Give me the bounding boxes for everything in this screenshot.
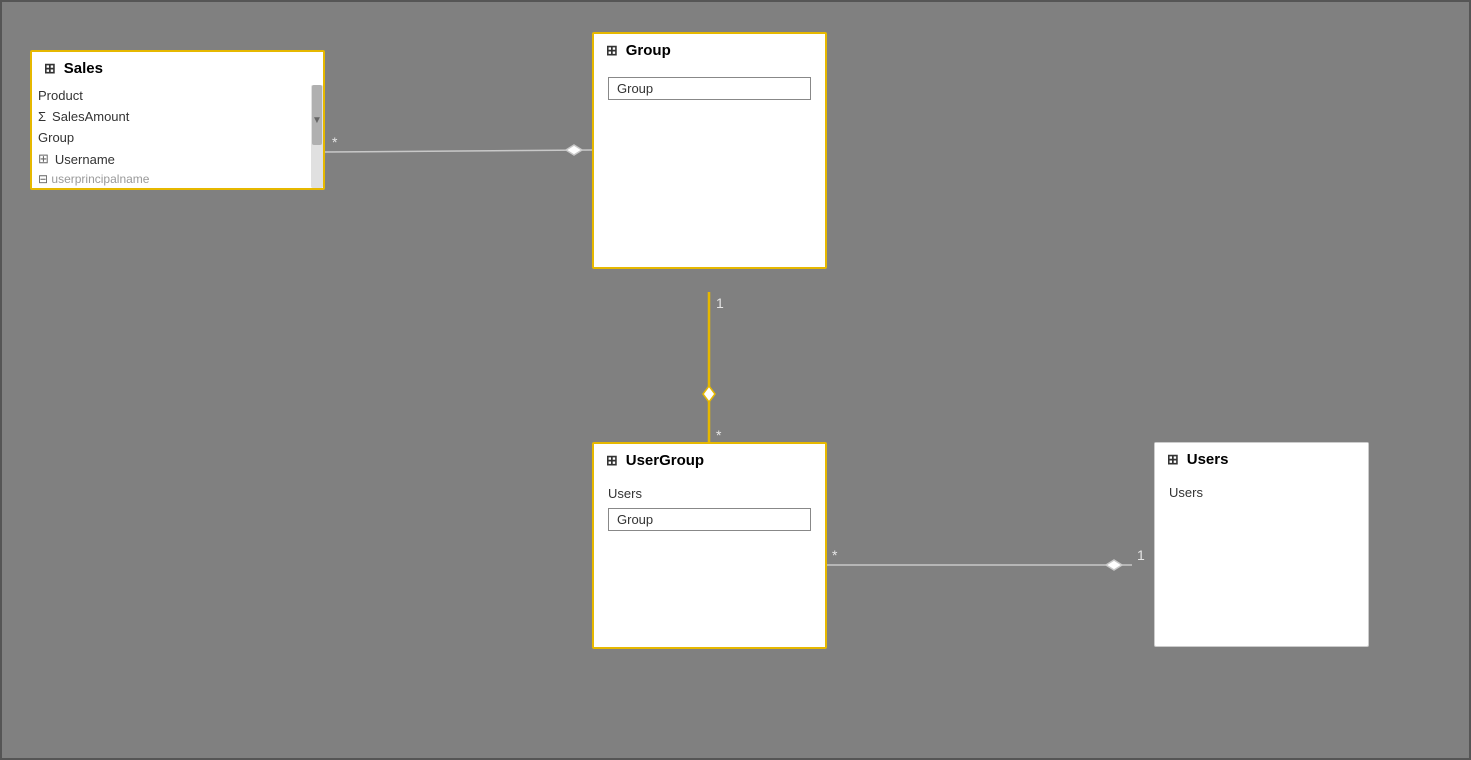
usergroup-field-users: Users: [602, 483, 817, 504]
sales-field-upn: ⊟ userprincipalname: [32, 170, 323, 188]
users-table-card[interactable]: ⊞ Users Users: [1154, 442, 1369, 647]
rel-ug-users-to-label: 1: [1137, 547, 1145, 563]
grid-icon-username: ⊞: [38, 151, 49, 167]
rel-arrow-ug-users: [1106, 560, 1122, 570]
rel-group-ug-to-label: *: [716, 427, 722, 443]
scroll-down-button[interactable]: ▼: [312, 115, 322, 126]
grid-icon-upn: ⊟: [38, 172, 48, 186]
group-table-title: Group: [626, 42, 671, 59]
users-users-label: Users: [1169, 485, 1203, 500]
sales-scrollbar[interactable]: ▲ ▼: [311, 85, 323, 188]
sales-table-title: Sales: [64, 60, 103, 77]
usergroup-table-title: UserGroup: [626, 452, 704, 469]
sales-table-icon: ⊞: [44, 60, 56, 77]
rel-group-ug-from-label: 1: [716, 295, 724, 311]
sales-table-card[interactable]: ⊞ Sales Product Σ SalesAmount Group ⊞ Us…: [30, 50, 325, 190]
sales-upn-label: userprincipalname: [51, 172, 149, 186]
group-group-label: Group: [617, 81, 653, 96]
sigma-icon: Σ: [38, 109, 46, 124]
users-field-users: Users: [1163, 482, 1360, 503]
sales-field-username: ⊞ Username: [32, 148, 323, 170]
group-table-icon: ⊞: [606, 42, 618, 59]
sales-username-label: Username: [55, 152, 115, 167]
usergroup-field-group: Group: [608, 508, 811, 531]
sales-product-label: Product: [38, 88, 83, 103]
sales-table-body: Product Σ SalesAmount Group ⊞ Username ⊟…: [32, 85, 323, 188]
usergroup-users-label: Users: [608, 486, 642, 501]
usergroup-group-label: Group: [617, 512, 653, 527]
sales-salesamount-label: SalesAmount: [52, 109, 129, 124]
rel-arrow-sales-group: [566, 145, 582, 155]
users-table-icon: ⊞: [1167, 451, 1179, 468]
sales-field-product: Product: [32, 85, 323, 106]
group-table-body: Group: [594, 67, 825, 147]
group-table-header: ⊞ Group: [594, 34, 825, 67]
users-table-title: Users: [1187, 451, 1229, 468]
usergroup-table-header: ⊞ UserGroup: [594, 444, 825, 477]
rel-ug-users-from-label: *: [832, 547, 838, 563]
group-table-card[interactable]: ⊞ Group Group: [592, 32, 827, 269]
diagram-canvas: * 1 1 * * 1 ⊞ Sales Produc: [0, 0, 1471, 760]
sales-table-header: ⊞ Sales: [32, 52, 323, 85]
rel-arrow-group-ug: [703, 386, 715, 402]
sales-group-label: Group: [38, 130, 74, 145]
users-table-header: ⊞ Users: [1155, 443, 1368, 476]
usergroup-table-body: Users Group: [594, 477, 825, 557]
group-field-group: Group: [608, 77, 811, 100]
rel-sales-group-from-label: *: [332, 134, 338, 150]
users-table-body: Users: [1155, 476, 1368, 556]
usergroup-table-card[interactable]: ⊞ UserGroup Users Group: [592, 442, 827, 649]
sales-field-group: Group: [32, 127, 323, 148]
sales-field-salesamount: Σ SalesAmount: [32, 106, 323, 127]
usergroup-table-icon: ⊞: [606, 452, 618, 469]
